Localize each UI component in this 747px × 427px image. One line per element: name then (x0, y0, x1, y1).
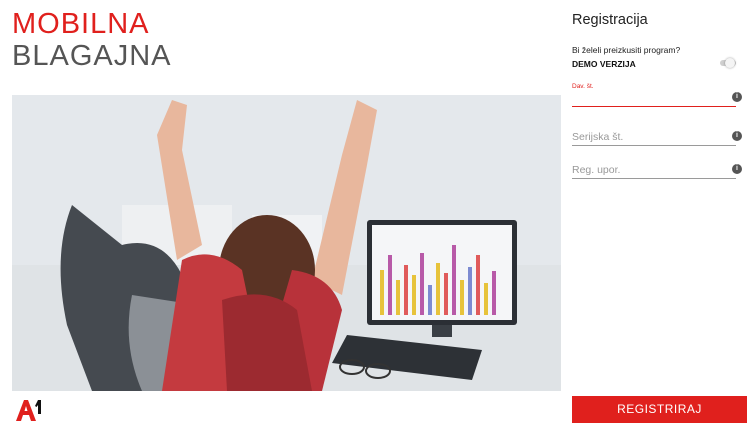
demo-label: DEMO VERZIJA (572, 59, 636, 69)
serial-number-field: i (572, 122, 742, 146)
demo-toggle[interactable] (720, 58, 738, 68)
tax-number-input[interactable] (572, 92, 722, 104)
info-icon[interactable]: i (732, 92, 742, 102)
serial-number-input[interactable] (572, 131, 722, 143)
serial-number-underline (572, 145, 736, 146)
info-icon[interactable]: i (732, 131, 742, 141)
registration-title: Registracija (572, 12, 648, 28)
demo-toggle-knob (725, 58, 735, 68)
hero-image (12, 95, 561, 391)
reg-user-input[interactable] (572, 164, 722, 176)
brand-title-line1: MOBILNA (12, 8, 150, 40)
tax-number-label: Dav. št. (572, 83, 594, 90)
demo-question: Bi želeli preizkusiti program? (572, 45, 681, 55)
reg-user-field: i (572, 155, 742, 179)
registration-panel: Registracija Bi želeli preizkusiti progr… (572, 0, 747, 423)
tax-number-field: Dav. št. i (572, 83, 742, 107)
a1-logo-icon (14, 398, 44, 422)
reg-user-underline (572, 178, 736, 179)
hero-illustration (12, 95, 561, 391)
brand-title-line2: BLAGAJNA (12, 40, 172, 72)
info-icon[interactable]: i (732, 164, 742, 174)
register-button[interactable]: REGISTRIRAJ (572, 396, 747, 423)
tax-number-underline (572, 105, 736, 107)
brand-title: MOBILNA BLAGAJNA (12, 8, 172, 72)
